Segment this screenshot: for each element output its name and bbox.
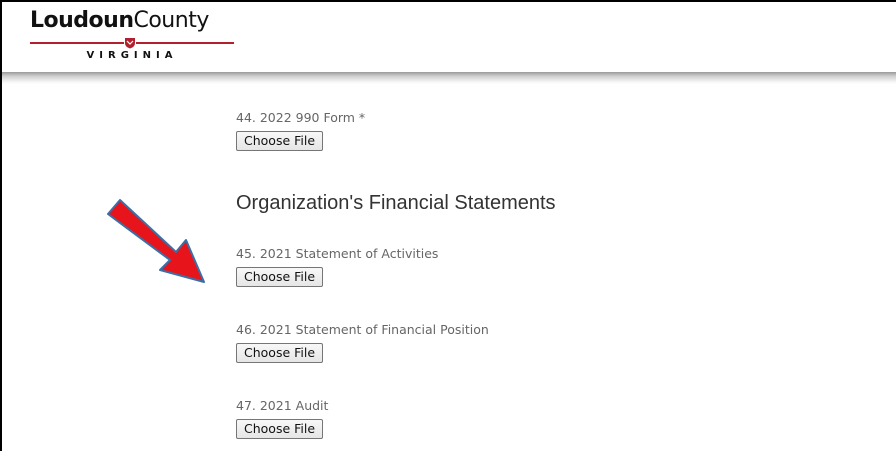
field-label-44: 44. 2022 990 Form * (236, 110, 366, 125)
logo-light-text: County (133, 8, 209, 33)
section-title-financial-statements: Organization's Financial Statements (236, 192, 556, 214)
form-field-47: 47. 2021 Audit Choose File (236, 397, 328, 439)
form-field-46: 46. 2021 Statement of Financial Position… (236, 321, 489, 363)
logo-subtitle: VIRGINIA (86, 50, 178, 61)
field-label-45: 45. 2021 Statement of Activities (236, 246, 439, 261)
field-label-47: 47. 2021 Audit (236, 398, 329, 413)
red-arrow-icon (100, 196, 232, 290)
choose-file-button-46[interactable]: Choose File (236, 343, 324, 363)
loudoun-county-logo[interactable]: LoudounCounty VIRGINIA (30, 8, 235, 64)
field-label-46: 46. 2021 Statement of Financial Position (236, 322, 489, 337)
header-divider (2, 72, 896, 84)
form-field-44: 44. 2022 990 Form * Choose File (236, 109, 365, 151)
choose-file-button-44[interactable]: Choose File (236, 131, 324, 151)
form-field-45: 45. 2021 Statement of Activities Choose … (236, 245, 438, 287)
choose-file-button-45[interactable]: Choose File (236, 267, 324, 287)
site-header: LoudounCounty VIRGINIA (2, 2, 896, 74)
logo-bold-text: Loudoun (30, 8, 134, 33)
logo-wordmark: LoudounCounty (30, 8, 209, 33)
choose-file-button-47[interactable]: Choose File (236, 419, 324, 439)
seal-icon (124, 37, 136, 49)
